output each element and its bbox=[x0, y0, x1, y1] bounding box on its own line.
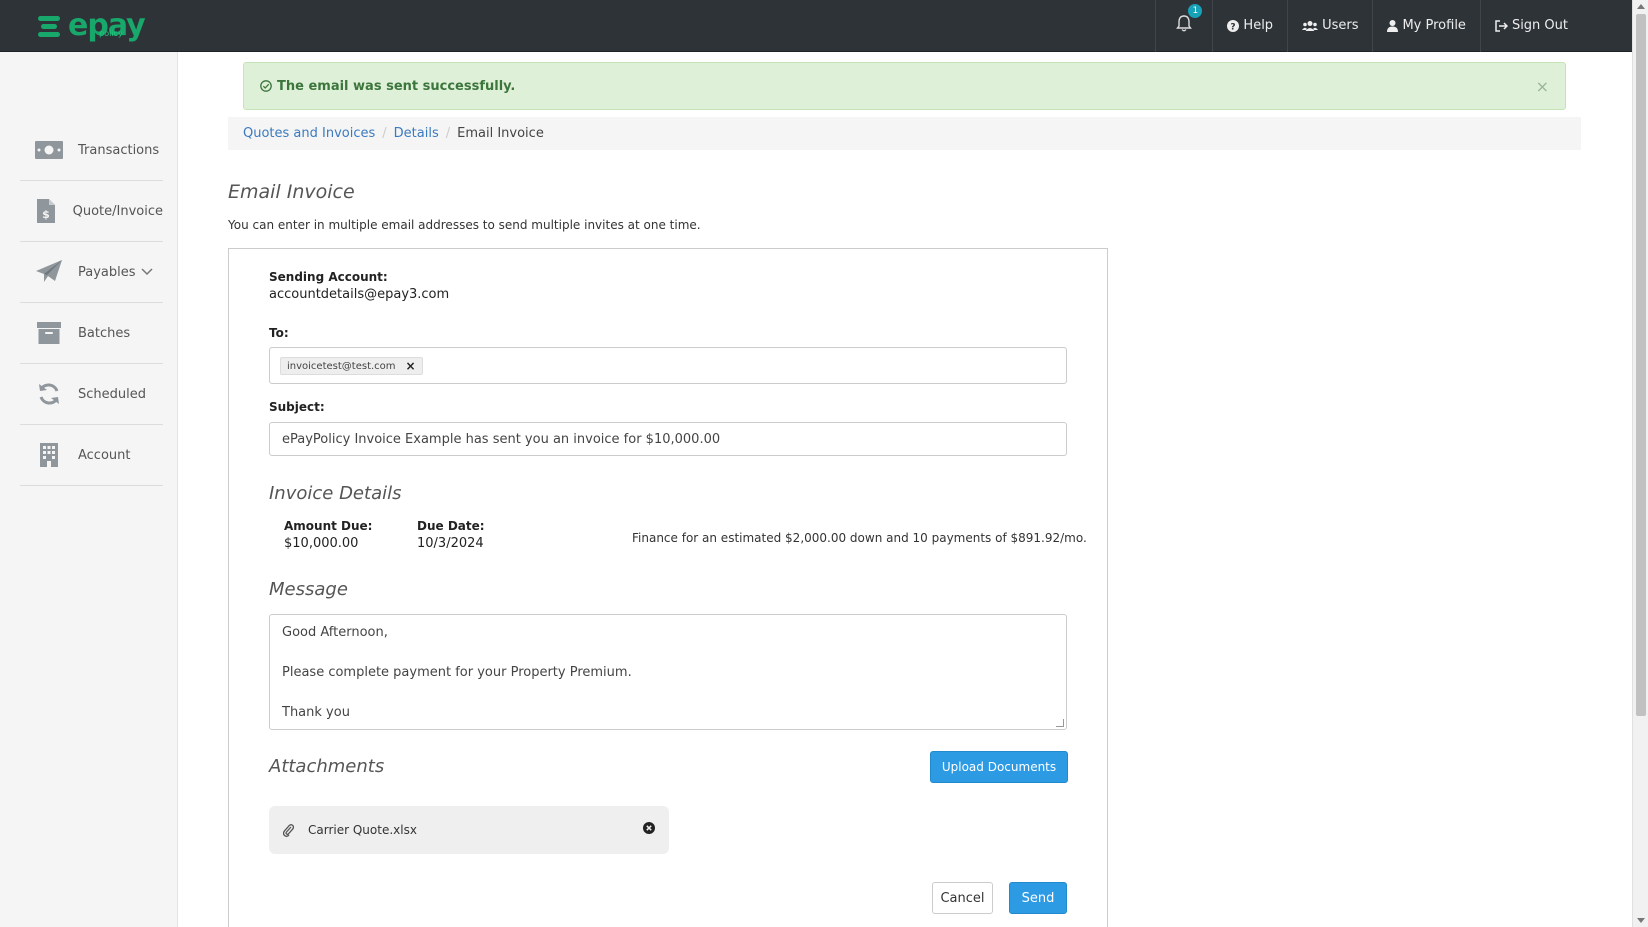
sending-account-value: accountdetails@epay3.com bbox=[269, 287, 450, 302]
sidebar-item-payables[interactable]: Payables bbox=[20, 242, 163, 303]
sidebar-item-quote-invoice[interactable]: $ Quote/Invoice bbox=[20, 181, 163, 242]
breadcrumb-link-details[interactable]: Details bbox=[394, 126, 439, 141]
alert-close-button[interactable]: × bbox=[1536, 77, 1549, 96]
top-nav-menu: 1 ? Help Users My Profile Sign Out bbox=[1155, 0, 1632, 52]
remove-recipient-button[interactable]: × bbox=[406, 359, 416, 373]
attachment-filename: Carrier Quote.xlsx bbox=[308, 823, 417, 837]
sidebar-item-label: Transactions bbox=[78, 142, 160, 158]
message-line: Thank you bbox=[282, 705, 350, 720]
to-label: To: bbox=[269, 326, 289, 340]
sidebar: Transactions $ Quote/Invoice Payables Ba… bbox=[0, 52, 178, 927]
sidebar-item-label: Quote/Invoice bbox=[72, 203, 163, 219]
finance-estimate-text: Finance for an estimated $2,000.00 down … bbox=[632, 531, 1087, 545]
sign-out-label: Sign Out bbox=[1511, 18, 1568, 33]
svg-text:$: $ bbox=[42, 208, 50, 221]
sidebar-item-batches[interactable]: Batches bbox=[20, 303, 163, 364]
refresh-icon bbox=[34, 381, 64, 407]
recipient-email: invoicetest@test.com bbox=[287, 360, 396, 372]
archive-icon bbox=[34, 320, 64, 346]
message-line bbox=[282, 683, 1054, 703]
sending-account-label: Sending Account: bbox=[269, 270, 388, 284]
logo-subtext: policy bbox=[99, 28, 123, 38]
sidebar-item-label: Payables bbox=[78, 264, 136, 280]
message-line: Good Afternoon, bbox=[282, 625, 388, 640]
logo-text: epay policy bbox=[68, 10, 146, 41]
due-date-value: 10/3/2024 bbox=[417, 536, 484, 551]
bell-icon bbox=[1176, 14, 1193, 37]
my-profile-label: My Profile bbox=[1402, 18, 1466, 33]
page-scrollbar[interactable] bbox=[1632, 0, 1648, 927]
page-description: You can enter in multiple email addresse… bbox=[228, 218, 701, 232]
logo[interactable]: epay policy bbox=[0, 0, 146, 52]
page-title: Email Invoice bbox=[228, 181, 355, 203]
logo-mark-icon bbox=[38, 14, 64, 38]
success-alert: The email was sent successfully. × bbox=[243, 62, 1566, 110]
top-navbar: epay policy 1 ? Help Users My Profile Si… bbox=[0, 0, 1632, 52]
scrollbar-thumb[interactable] bbox=[1636, 14, 1646, 716]
sidebar-item-label: Batches bbox=[78, 325, 131, 341]
invoice-details-heading: Invoice Details bbox=[269, 483, 402, 504]
attachments-heading: Attachments bbox=[269, 756, 385, 777]
amount-due-label: Amount Due: bbox=[284, 519, 373, 533]
to-recipients-input[interactable]: invoicetest@test.com × bbox=[269, 347, 1067, 384]
email-invoice-form: Sending Account: accountdetails@epay3.co… bbox=[228, 248, 1108, 927]
message-textarea[interactable]: Good Afternoon, Please complete payment … bbox=[269, 614, 1067, 730]
chevron-down-icon[interactable] bbox=[141, 265, 153, 280]
paper-plane-icon bbox=[34, 259, 64, 285]
alert-message: The email was sent successfully. bbox=[277, 78, 516, 94]
user-icon bbox=[1387, 19, 1399, 32]
check-circle-icon bbox=[260, 80, 272, 92]
sidebar-item-label: Account bbox=[78, 447, 131, 463]
cancel-button[interactable]: Cancel bbox=[932, 882, 993, 914]
recipient-tag: invoicetest@test.com × bbox=[280, 357, 423, 375]
users-icon bbox=[1302, 20, 1319, 32]
sidebar-item-transactions[interactable]: Transactions bbox=[20, 120, 163, 181]
breadcrumb-separator: / bbox=[445, 126, 451, 141]
breadcrumb-separator: / bbox=[382, 126, 387, 141]
subject-value: ePayPolicy Invoice Example has sent you … bbox=[282, 432, 721, 447]
send-button[interactable]: Send bbox=[1009, 882, 1067, 914]
building-icon bbox=[34, 442, 64, 468]
resize-handle[interactable] bbox=[1056, 719, 1064, 727]
breadcrumb-current: Email Invoice bbox=[457, 126, 544, 141]
paperclip-icon bbox=[283, 823, 294, 837]
money-icon bbox=[34, 137, 64, 163]
users-label: Users bbox=[1322, 18, 1359, 33]
sign-out-link[interactable]: Sign Out bbox=[1479, 0, 1632, 52]
sign-out-icon bbox=[1495, 19, 1508, 32]
breadcrumb: Quotes and Invoices / Details / Email In… bbox=[228, 117, 1581, 150]
amount-due-value: $10,000.00 bbox=[284, 536, 359, 551]
message-line bbox=[282, 643, 1054, 663]
scroll-up-arrow-icon[interactable] bbox=[1637, 4, 1645, 9]
upload-documents-button[interactable]: Upload Documents bbox=[930, 751, 1068, 783]
sidebar-item-scheduled[interactable]: Scheduled bbox=[20, 364, 163, 425]
my-profile-link[interactable]: My Profile bbox=[1372, 0, 1479, 52]
scroll-down-arrow-icon[interactable] bbox=[1637, 918, 1645, 923]
message-heading: Message bbox=[269, 579, 348, 600]
help-label: Help bbox=[1243, 18, 1274, 33]
question-circle-icon: ? bbox=[1227, 19, 1240, 32]
file-invoice-dollar-icon: $ bbox=[34, 198, 59, 224]
attachment-item: Carrier Quote.xlsx bbox=[269, 806, 669, 854]
notifications-button[interactable]: 1 bbox=[1155, 0, 1212, 52]
users-link[interactable]: Users bbox=[1287, 0, 1372, 52]
svg-text:?: ? bbox=[1231, 22, 1236, 32]
subject-label: Subject: bbox=[269, 400, 325, 414]
help-link[interactable]: ? Help bbox=[1212, 0, 1287, 52]
message-line: Please complete payment for your Propert… bbox=[282, 665, 632, 680]
sidebar-item-account[interactable]: Account bbox=[20, 425, 163, 486]
due-date-label: Due Date: bbox=[417, 519, 485, 533]
subject-input[interactable]: ePayPolicy Invoice Example has sent you … bbox=[269, 422, 1067, 456]
remove-attachment-icon[interactable] bbox=[643, 822, 655, 834]
sidebar-item-label: Scheduled bbox=[78, 386, 146, 402]
notification-count-badge: 1 bbox=[1188, 3, 1203, 18]
breadcrumb-link-quotes-and-invoices[interactable]: Quotes and Invoices bbox=[243, 126, 375, 141]
